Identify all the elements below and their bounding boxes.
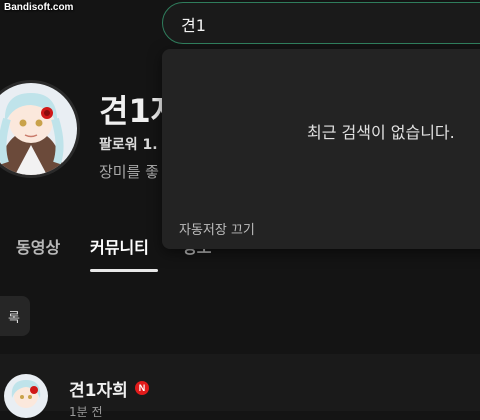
channel-avatar[interactable] — [0, 80, 80, 178]
empty-history-message: 최근 검색이 없습니다. — [307, 123, 455, 142]
new-badge: N — [135, 381, 149, 395]
community-post[interactable]: 견1자희 N 1분 전 — [0, 354, 480, 419]
anime-character-avatar-icon — [4, 374, 48, 418]
watermark: Bandisoft.com — [4, 2, 74, 13]
post-avatar[interactable] — [4, 374, 48, 418]
channel-description: 장미를 좋 — [99, 163, 159, 181]
search-history-dropdown: 최근 검색이 없습니다. 자동저장 끄기 — [162, 49, 480, 249]
tab-videos[interactable]: 동영상 — [16, 234, 60, 258]
search-bar[interactable] — [162, 2, 480, 44]
active-tab-indicator — [90, 269, 158, 272]
tab-community[interactable]: 커뮤니티 — [90, 234, 149, 258]
follower-count: 팔로워 1. — [99, 137, 158, 153]
autosave-off-button[interactable]: 자동저장 끄기 — [179, 219, 255, 238]
post-author-name[interactable]: 견1자희 — [69, 376, 128, 401]
post-timestamp: 1분 전 — [69, 405, 103, 419]
search-input[interactable] — [179, 12, 463, 36]
filter-chip[interactable]: 록 — [0, 296, 30, 336]
anime-character-avatar-icon — [0, 83, 77, 175]
